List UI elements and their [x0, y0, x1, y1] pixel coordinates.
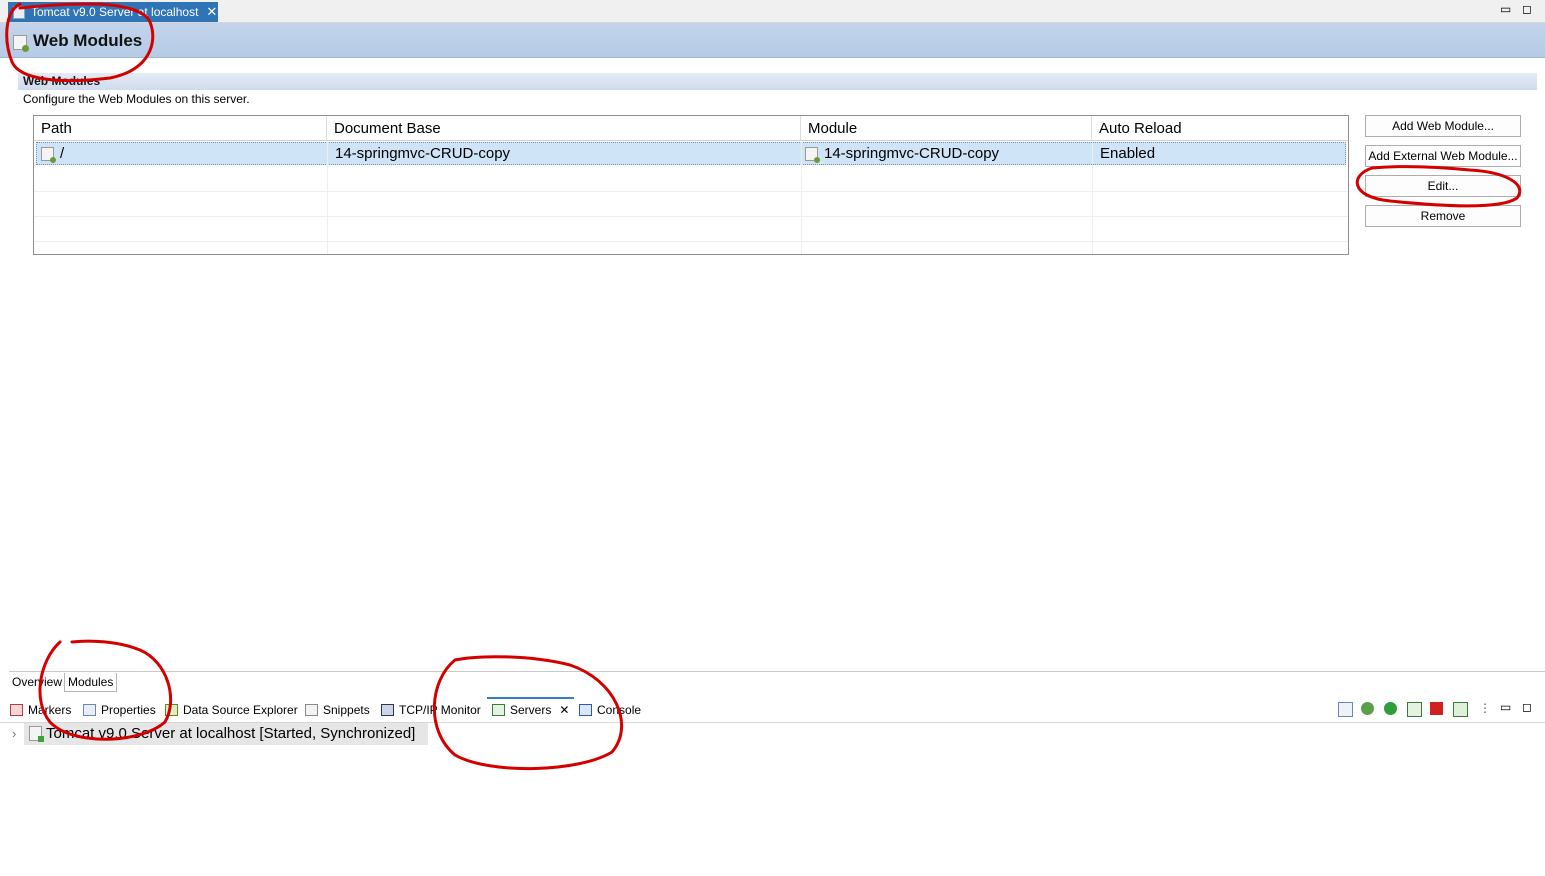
stop-icon[interactable] [1430, 702, 1443, 715]
web-module-icon [41, 147, 56, 164]
minimize-icon[interactable]: ▭ [1500, 2, 1511, 16]
cell-auto-reload: Enabled [1100, 145, 1156, 162]
servers-icon [492, 704, 505, 716]
minimize-view-icon[interactable]: ▭ [1500, 700, 1511, 714]
grid-line [801, 141, 802, 254]
profile-icon[interactable] [1407, 702, 1422, 717]
snippets-icon [305, 704, 318, 716]
tab-data-source-explorer[interactable]: Data Source Explorer [165, 701, 298, 719]
maximize-view-icon[interactable]: ◻ [1522, 700, 1532, 714]
table-row[interactable]: / 14-springmvc-CRUD-copy 14-springmvc-CR… [36, 142, 1346, 165]
tab-console[interactable]: Console [579, 701, 641, 719]
cell-path: / [37, 143, 328, 164]
module-value: 14-springmvc-CRUD-copy [824, 145, 1000, 162]
console-icon [579, 704, 592, 716]
form-page-tabs: Overview Modules [9, 671, 1545, 692]
maximize-icon[interactable]: ◻ [1522, 2, 1532, 16]
tab-snippets[interactable]: Snippets [305, 701, 370, 719]
remove-button[interactable]: Remove [1365, 205, 1521, 227]
properties-icon [83, 704, 96, 716]
grid-line [34, 216, 1348, 217]
page-title: Web Modules [33, 31, 143, 50]
server-label: Tomcat v9.0 Server at localhost [Started… [46, 725, 416, 742]
debug-icon[interactable] [1361, 702, 1374, 715]
chevron-right-icon[interactable]: › [12, 726, 16, 741]
close-icon[interactable]: ✕ [559, 701, 569, 719]
tab-overview[interactable]: Overview [9, 673, 65, 691]
start-icon[interactable] [1384, 702, 1397, 715]
column-header-path[interactable]: Path [34, 116, 327, 141]
tab-properties[interactable]: Properties [83, 701, 156, 719]
tab-modules[interactable]: Modules [64, 673, 118, 692]
grid-line [1092, 141, 1093, 254]
collapse-all-icon[interactable] [1338, 702, 1353, 717]
tab-tcpip-monitor[interactable]: TCP/IP Monitor [381, 701, 481, 719]
view-tab-bar: Markers Properties Data Source Explorer … [0, 697, 1545, 723]
editor-tab-server[interactable]: Tomcat v9.0 Server at localhost ✕ [8, 2, 218, 22]
database-icon [165, 704, 178, 716]
web-module-icon [805, 147, 820, 164]
server-icon [29, 726, 44, 742]
tab-markers[interactable]: Markers [10, 701, 71, 719]
close-icon[interactable]: ✕ [206, 4, 217, 20]
grid-line [327, 141, 328, 254]
web-module-icon [13, 35, 29, 52]
form-header: Web Modules [0, 23, 1545, 58]
grid-line [34, 191, 1348, 192]
view-menu-icon[interactable]: ⋮ [1479, 701, 1491, 715]
markers-icon [10, 704, 23, 716]
monitor-icon [381, 704, 394, 716]
section-header: Web Modules [18, 73, 1537, 90]
server-tree-item[interactable]: Tomcat v9.0 Server at localhost [Started… [24, 723, 428, 745]
cell-module: 14-springmvc-CRUD-copy [802, 143, 1093, 164]
editor-tab-label: Tomcat v9.0 Server at localhost [31, 5, 199, 19]
section-title: Web Modules [23, 74, 101, 88]
edit-button[interactable]: Edit... [1365, 175, 1521, 197]
column-header-document-base[interactable]: Document Base [327, 116, 801, 141]
tab-servers[interactable]: Servers ✕ [487, 697, 575, 721]
column-header-module[interactable]: Module [801, 116, 1092, 141]
cell-document-base: 14-springmvc-CRUD-copy [335, 145, 511, 162]
column-header-auto-reload[interactable]: Auto Reload [1092, 116, 1348, 141]
editor-tab-bar [0, 0, 1545, 23]
web-modules-table[interactable]: Path Document Base Module Auto Reload / … [33, 115, 1349, 255]
path-value: / [60, 145, 65, 162]
server-config-icon [13, 5, 25, 19]
grid-line [34, 241, 1348, 242]
section-description: Configure the Web Modules on this server… [23, 92, 250, 106]
publish-icon[interactable] [1453, 702, 1468, 717]
add-external-web-module-button[interactable]: Add External Web Module... [1365, 145, 1521, 167]
add-web-module-button[interactable]: Add Web Module... [1365, 115, 1521, 137]
